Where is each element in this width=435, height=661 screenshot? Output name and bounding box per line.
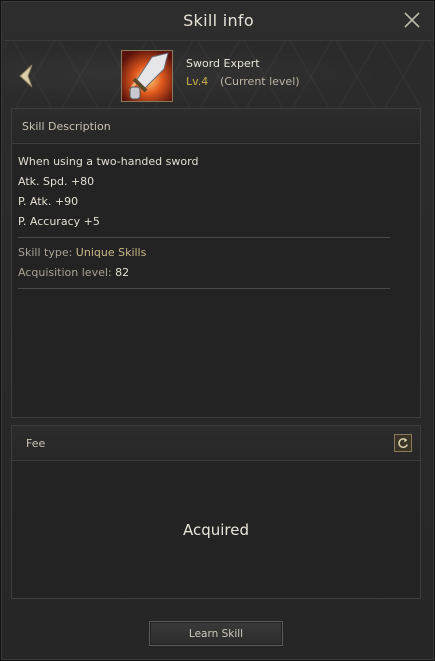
skill-description-body: When using a two-handed sword Atk. Spd. … [12, 144, 420, 289]
fee-label: Fee [26, 436, 46, 450]
skill-level-note: (Current level) [220, 75, 300, 88]
skill-name: Sword Expert [186, 57, 260, 70]
acquisition-level-row: Acquisition level: 82 [18, 263, 414, 283]
description-line: P. Atk. +90 [18, 195, 79, 208]
back-button[interactable] [14, 61, 40, 91]
window-title: Skill info [183, 10, 254, 30]
fee-header: Fee [12, 426, 420, 461]
skill-type-value: Unique Skills [75, 246, 147, 259]
close-icon [404, 12, 420, 28]
skill-type-label: Skill type: [18, 246, 76, 259]
sword-skill-icon [121, 50, 173, 102]
title-bar: Skill info [1, 1, 435, 39]
skill-header: Sword Expert Lv.4 (Current level) [4, 40, 433, 107]
description-line: P. Accuracy +5 [18, 215, 100, 228]
divider [18, 288, 390, 289]
fee-panel: Fee Acquired [11, 425, 421, 599]
acquisition-level-label: Acquisition level: [18, 266, 116, 279]
description-line: When using a two-handed sword [18, 155, 199, 168]
skill-type-row: Skill type: Unique Skills [18, 243, 414, 263]
fee-status: Acquired [182, 521, 250, 539]
skill-level: Lv.4 [186, 75, 209, 88]
skill-info-window: Skill info Sword Expert Lv.4 (Current le… [0, 0, 435, 661]
learn-skill-button[interactable]: Learn Skill [149, 621, 283, 646]
skill-description-panel: Skill Description When using a two-hande… [11, 108, 421, 418]
divider [18, 237, 390, 238]
close-button[interactable] [402, 10, 422, 30]
chevron-left-icon [19, 64, 33, 88]
acquisition-level-value: 82 [115, 266, 130, 279]
refresh-button[interactable] [394, 434, 412, 452]
refresh-icon [398, 438, 408, 449]
description-line: Atk. Spd. +80 [18, 175, 95, 188]
skill-description-header: Skill Description [12, 109, 420, 144]
